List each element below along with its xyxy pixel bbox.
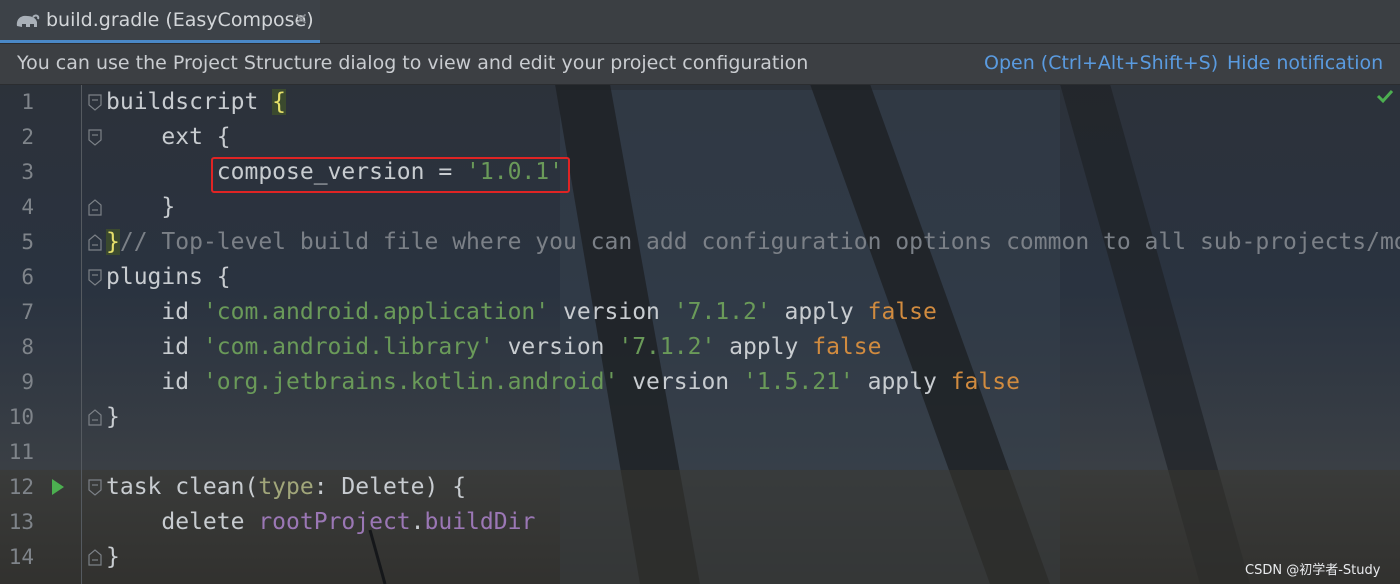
code-token: . bbox=[410, 509, 425, 535]
code-line[interactable]: 13 delete rootProject.buildDir bbox=[0, 505, 1400, 540]
code-token: version bbox=[549, 299, 674, 325]
code-line[interactable]: 6 plugins { bbox=[0, 260, 1400, 295]
run-task-icon[interactable] bbox=[51, 478, 65, 496]
code-text: delete rootProject.buildDir bbox=[106, 505, 535, 540]
line-number: 8 bbox=[21, 335, 34, 359]
code-token: buildDir bbox=[424, 509, 536, 535]
tab-title: build.gradle (EasyCompose) bbox=[46, 9, 314, 31]
line-number: 3 bbox=[21, 160, 34, 184]
code-token: 'com.android.library' bbox=[202, 334, 494, 360]
hide-notification-link[interactable]: Hide notification bbox=[1227, 52, 1383, 74]
code-text: buildscript { bbox=[106, 85, 287, 120]
line-number: 14 bbox=[8, 545, 34, 569]
code-token: task clean( bbox=[106, 474, 259, 500]
code-token: '7.1.2' bbox=[618, 334, 716, 360]
code-token: } bbox=[106, 404, 120, 430]
code-token: { bbox=[272, 89, 287, 115]
fold-close-icon[interactable] bbox=[88, 234, 102, 251]
code-text: id 'com.android.application' version '7.… bbox=[106, 295, 937, 330]
code-line[interactable]: 3 compose_version = '1.0.1' bbox=[0, 155, 1400, 190]
line-number: 7 bbox=[21, 300, 34, 324]
code-line[interactable]: 11 bbox=[0, 435, 1400, 470]
code-token: id bbox=[106, 334, 203, 360]
code-text: ext { bbox=[106, 120, 231, 155]
notification-message: You can use the Project Structure dialog… bbox=[17, 52, 809, 74]
line-number: 11 bbox=[8, 440, 34, 464]
code-text: id 'org.jetbrains.kotlin.android' versio… bbox=[106, 365, 1020, 400]
line-number: 2 bbox=[21, 125, 34, 149]
code-line[interactable]: 2 ext { bbox=[0, 120, 1400, 155]
close-icon[interactable]: ✕ bbox=[294, 10, 308, 30]
gradle-elephant-icon bbox=[16, 14, 40, 27]
code-token: false bbox=[950, 369, 1020, 395]
code-text: id 'com.android.library' version '7.1.2'… bbox=[106, 330, 881, 365]
code-token: apply bbox=[770, 299, 868, 325]
line-number: 6 bbox=[21, 265, 34, 289]
code-token: 'com.android.application' bbox=[202, 299, 550, 325]
line-number: 4 bbox=[21, 195, 34, 219]
line-number: 12 bbox=[8, 475, 34, 499]
code-line[interactable]: 9 id 'org.jetbrains.kotlin.android' vers… bbox=[0, 365, 1400, 400]
code-token: type bbox=[258, 474, 314, 500]
code-token: rootProject bbox=[258, 509, 411, 535]
code-token: : Delete) { bbox=[313, 474, 467, 500]
code-token: apply bbox=[853, 369, 951, 395]
code-line[interactable]: 14} bbox=[0, 540, 1400, 575]
open-project-structure-link[interactable]: Open (Ctrl+Alt+Shift+S) bbox=[984, 52, 1218, 74]
highlight-annotation-box bbox=[211, 157, 570, 193]
code-token: version bbox=[618, 369, 743, 395]
code-token: ext { bbox=[106, 124, 231, 150]
code-token: false bbox=[812, 334, 882, 360]
editor-tab-bar: build.gradle (EasyCompose) ✕ bbox=[0, 0, 1400, 44]
code-token: false bbox=[867, 299, 937, 325]
code-line[interactable]: 4 } bbox=[0, 190, 1400, 225]
fold-open-icon[interactable] bbox=[88, 129, 102, 146]
code-editor[interactable]: 1 buildscript {2 ext {3 compose_version =… bbox=[0, 85, 1400, 584]
code-token: buildscript bbox=[106, 89, 273, 115]
code-token: '7.1.2' bbox=[673, 299, 771, 325]
code-text: plugins { bbox=[106, 260, 231, 295]
line-number: 1 bbox=[21, 90, 34, 114]
code-text: } bbox=[106, 400, 120, 435]
code-token: version bbox=[493, 334, 619, 360]
code-token: plugins { bbox=[106, 264, 231, 290]
code-text: task clean(type: Delete) { bbox=[106, 470, 466, 505]
fold-close-icon[interactable] bbox=[88, 409, 102, 426]
fold-open-icon[interactable] bbox=[88, 269, 102, 286]
code-line[interactable]: 1 buildscript { bbox=[0, 85, 1400, 120]
tab-build-gradle[interactable]: build.gradle (EasyCompose) ✕ bbox=[0, 0, 320, 43]
code-text: } bbox=[106, 190, 175, 225]
line-number: 13 bbox=[8, 510, 34, 534]
code-text: } bbox=[106, 540, 120, 575]
code-token: } bbox=[106, 229, 120, 255]
code-line[interactable]: 12 task clean(type: Delete) { bbox=[0, 470, 1400, 505]
code-token: } bbox=[106, 544, 120, 570]
code-token: } bbox=[106, 194, 176, 220]
line-number: 10 bbox=[8, 405, 34, 429]
code-line[interactable]: 5}// Top-level build file where you can … bbox=[0, 225, 1400, 260]
code-token: // Top-level build file where you can ad… bbox=[119, 229, 1400, 255]
code-token: apply bbox=[715, 334, 813, 360]
code-text: }// Top-level build file where you can a… bbox=[106, 225, 1400, 260]
active-tab-indicator bbox=[0, 40, 320, 43]
code-line[interactable]: 8 id 'com.android.library' version '7.1.… bbox=[0, 330, 1400, 365]
watermark: CSDN @初学者-Study bbox=[1245, 563, 1381, 578]
code-token: 'org.jetbrains.kotlin.android' bbox=[202, 369, 619, 395]
fold-open-icon[interactable] bbox=[88, 479, 102, 496]
code-token: delete bbox=[106, 509, 259, 535]
code-line[interactable]: 10} bbox=[0, 400, 1400, 435]
fold-open-icon[interactable] bbox=[88, 94, 102, 111]
fold-close-icon[interactable] bbox=[88, 199, 102, 216]
code-token: '1.5.21' bbox=[742, 369, 854, 395]
code-token: id bbox=[106, 299, 203, 325]
code-line[interactable]: 7 id 'com.android.application' version '… bbox=[0, 295, 1400, 330]
notification-bar: You can use the Project Structure dialog… bbox=[0, 44, 1400, 85]
fold-close-icon[interactable] bbox=[88, 549, 102, 566]
line-number: 9 bbox=[21, 370, 34, 394]
code-token: id bbox=[106, 369, 203, 395]
line-number: 5 bbox=[21, 230, 34, 254]
